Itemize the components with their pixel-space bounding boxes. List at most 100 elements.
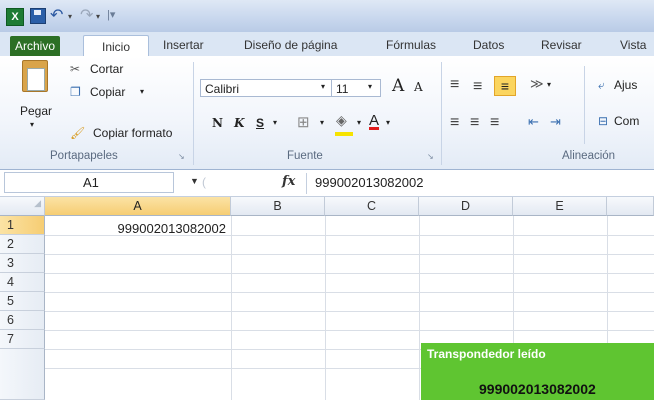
- shrink-font-button[interactable]: A: [414, 80, 423, 94]
- paste-icon[interactable]: [22, 60, 48, 92]
- chevron-down-icon[interactable]: ▾: [273, 118, 277, 127]
- tab-insertar[interactable]: Insertar: [163, 38, 204, 52]
- chevron-down-icon[interactable]: ▼: [190, 176, 199, 186]
- column-header-f[interactable]: [607, 197, 654, 216]
- cut-button[interactable]: Cortar: [90, 62, 123, 76]
- copy-format-button[interactable]: Copiar formato: [93, 126, 172, 140]
- notification-value: 999002013082002: [479, 381, 596, 397]
- gridline: [419, 216, 420, 400]
- copy-button[interactable]: Copiar: [90, 85, 125, 99]
- chevron-down-icon[interactable]: ▾: [96, 12, 100, 21]
- chevron-down-icon[interactable]: ▾: [368, 82, 372, 91]
- italic-button[interactable]: K: [234, 116, 244, 130]
- cell-a1[interactable]: 999002013082002: [46, 220, 230, 238]
- font-size-select[interactable]: 11: [331, 79, 381, 97]
- chevron-down-icon[interactable]: ▾: [30, 120, 34, 129]
- tab-archivo[interactable]: Archivo: [10, 36, 60, 56]
- align-right-icon[interactable]: ≡: [490, 114, 499, 132]
- group-divider: [584, 66, 585, 144]
- gridline: [45, 311, 654, 312]
- merge-center-icon[interactable]: ⊟: [598, 114, 608, 128]
- chevron-down-icon[interactable]: ▾: [357, 118, 361, 127]
- column-header-e[interactable]: E: [513, 197, 607, 216]
- excel-logo-icon[interactable]: X: [6, 8, 24, 26]
- fill-color-icon[interactable]: ◈: [336, 112, 347, 129]
- tab-vista[interactable]: Vista: [620, 38, 646, 52]
- increase-indent-icon[interactable]: ⇥: [550, 114, 561, 130]
- grow-font-button[interactable]: A: [392, 76, 404, 96]
- title-bar: X ↶ ▾ ↷ ▾ |▾: [0, 0, 654, 32]
- group-label-portapapeles: Portapapeles: [50, 150, 118, 162]
- formula-bar: A1 ▼ ( fx 999002013082002: [0, 170, 654, 197]
- redo-icon[interactable]: ↷: [80, 5, 93, 25]
- formula-bar-splitter[interactable]: (: [202, 175, 206, 189]
- tab-datos[interactable]: Datos: [473, 38, 504, 52]
- dialog-launcher-icon[interactable]: ↘: [178, 152, 185, 161]
- tab-formulas[interactable]: Fórmulas: [386, 38, 436, 52]
- ribbon: Pegar ▾ ✂ Cortar ❐ Copiar ▾ 🖌 Copiar for…: [0, 56, 654, 170]
- align-bottom-button[interactable]: ≡: [494, 76, 516, 96]
- row-header-4[interactable]: 4: [0, 273, 45, 292]
- gridline: [45, 330, 654, 331]
- align-middle-icon[interactable]: ≡: [473, 78, 482, 96]
- row-header-1[interactable]: 1: [0, 216, 45, 235]
- tab-revisar[interactable]: Revisar: [541, 38, 582, 52]
- gridline: [45, 254, 654, 255]
- row-header-6[interactable]: 6: [0, 311, 45, 330]
- fill-color-swatch: [335, 132, 353, 136]
- borders-icon[interactable]: ⊞: [297, 113, 310, 131]
- row-header-5[interactable]: 5: [0, 292, 45, 311]
- insert-function-icon[interactable]: fx: [282, 174, 295, 189]
- merge-center-button[interactable]: Com: [614, 114, 639, 128]
- row-header-8[interactable]: [0, 349, 45, 400]
- tab-diseno-pagina[interactable]: Diseño de página: [244, 38, 337, 52]
- column-header-a[interactable]: A: [45, 197, 231, 216]
- undo-icon[interactable]: ↶: [50, 5, 63, 25]
- scissors-icon[interactable]: ✂: [70, 62, 80, 76]
- chevron-down-icon[interactable]: ▾: [320, 118, 324, 127]
- group-label-fuente: Fuente: [287, 150, 323, 162]
- chevron-down-icon[interactable]: ▾: [140, 87, 144, 96]
- column-header-d[interactable]: D: [419, 197, 513, 216]
- orientation-icon[interactable]: ≫: [530, 76, 544, 92]
- dialog-launcher-icon[interactable]: ↘: [427, 152, 434, 161]
- group-label-alineacion: Alineación: [562, 150, 616, 162]
- gridline: [45, 273, 654, 274]
- bold-button[interactable]: N: [212, 116, 223, 130]
- underline-button[interactable]: S: [256, 116, 264, 130]
- row-header-3[interactable]: 3: [0, 254, 45, 273]
- row-header-7[interactable]: 7: [0, 330, 45, 349]
- font-name-select[interactable]: Calibri: [200, 79, 334, 97]
- chevron-down-icon[interactable]: ▾: [68, 12, 72, 21]
- ribbon-tabs: Archivo Inicio Insertar Diseño de página…: [0, 32, 654, 58]
- wrap-text-button[interactable]: Ajus: [614, 78, 637, 92]
- save-icon[interactable]: [30, 8, 46, 24]
- align-top-icon[interactable]: ≡: [450, 76, 459, 94]
- font-color-button[interactable]: A: [369, 112, 379, 129]
- name-box[interactable]: A1: [4, 172, 174, 193]
- group-divider: [193, 62, 194, 165]
- chevron-down-icon[interactable]: ▾: [321, 82, 325, 91]
- customize-qat-icon[interactable]: |▾: [107, 8, 115, 21]
- tab-inicio[interactable]: Inicio: [83, 35, 149, 58]
- chevron-down-icon[interactable]: ▾: [547, 80, 551, 89]
- wrap-text-icon[interactable]: ⤶: [598, 78, 605, 93]
- gridline: [45, 292, 654, 293]
- row-header-2[interactable]: 2: [0, 235, 45, 254]
- select-all-corner[interactable]: ◢: [0, 197, 45, 216]
- align-left-icon[interactable]: ≡: [450, 114, 459, 132]
- gridline: [231, 216, 232, 400]
- group-divider: [441, 62, 442, 165]
- column-header-c[interactable]: C: [325, 197, 419, 216]
- notification-title: Transpondedor leído: [427, 347, 546, 361]
- chevron-down-icon[interactable]: ▾: [386, 118, 390, 127]
- decrease-indent-icon[interactable]: ⇤: [528, 114, 539, 130]
- paste-button[interactable]: Pegar: [20, 104, 52, 118]
- format-painter-icon[interactable]: 🖌: [70, 126, 85, 140]
- column-header-b[interactable]: B: [231, 197, 325, 216]
- transponder-notification: Transpondedor leído 999002013082002: [421, 343, 654, 400]
- gridline: [325, 216, 326, 400]
- formula-input[interactable]: 999002013082002: [306, 173, 650, 194]
- align-center-icon[interactable]: ≡: [470, 114, 479, 132]
- copy-icon[interactable]: ❐: [70, 85, 81, 99]
